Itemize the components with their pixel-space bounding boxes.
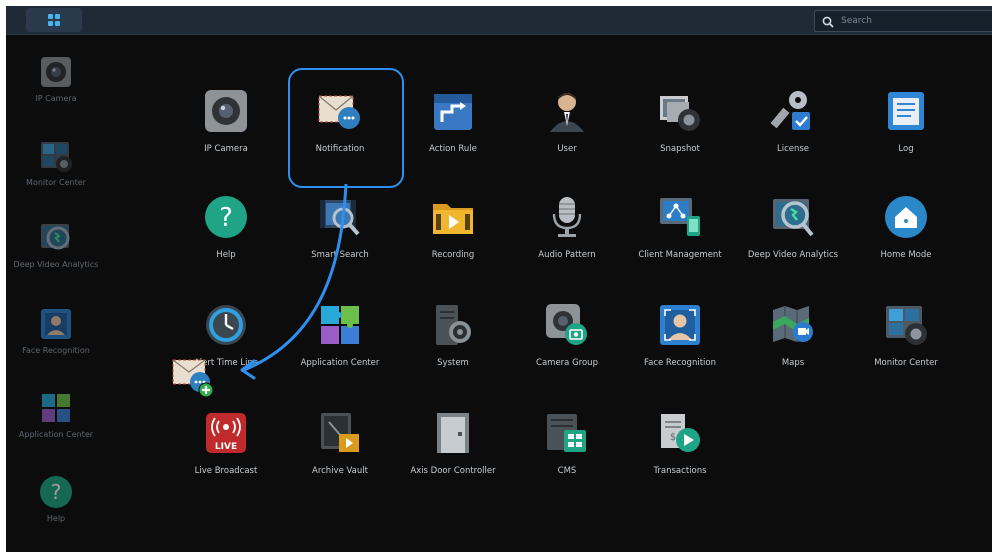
- dragged-notification-icon[interactable]: [172, 358, 216, 398]
- desktop: IP Camera Monitor Center Deep Video Anal…: [6, 6, 992, 552]
- drag-arrow-icon: [240, 183, 348, 380]
